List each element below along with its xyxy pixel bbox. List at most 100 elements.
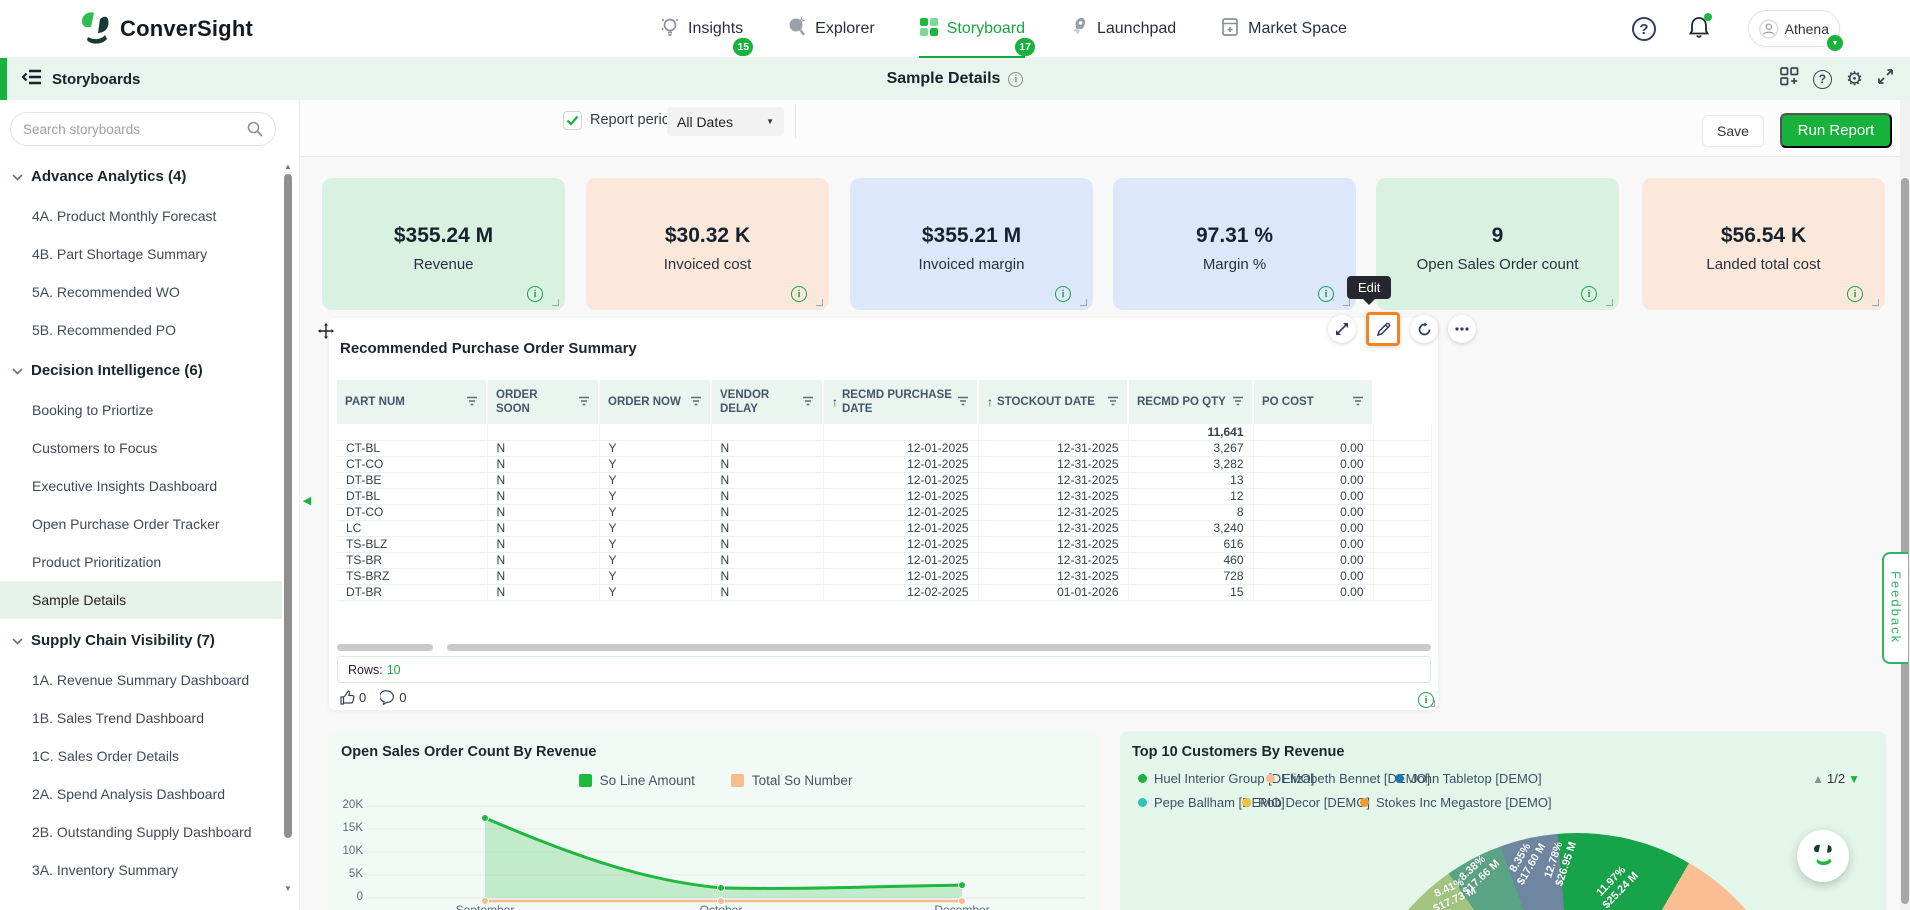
widget-resize-corner[interactable] <box>1428 700 1435 707</box>
kpi-label: Landed total cost <box>1642 256 1885 273</box>
widget-expand-icon[interactable] <box>1328 315 1356 343</box>
filter-icon[interactable] <box>1232 396 1244 409</box>
page-title-info-icon[interactable]: i <box>1008 72 1023 87</box>
table-hscrollbar-left[interactable] <box>337 644 433 651</box>
nav-item-market-space[interactable]: Market Space <box>1220 0 1347 58</box>
widget-refresh-icon[interactable] <box>1410 315 1438 343</box>
sidebar-collapse-icon[interactable]: ◀ <box>299 487 315 513</box>
sidebar-item-executive-insights-dashboard[interactable]: Executive Insights Dashboard <box>0 467 282 505</box>
sidebar-item-2b-outstanding-supply-dashboard[interactable]: 2B. Outstanding Supply Dashboard <box>0 813 282 851</box>
assistant-fab[interactable] <box>1797 830 1849 882</box>
comment-button[interactable]: 0 <box>380 690 406 705</box>
period-select[interactable]: All Dates ▼ <box>667 107 784 136</box>
sidebar-group-2[interactable]: Supply Chain Visibility (7) <box>0 619 282 661</box>
table-row[interactable]: CT-BLNYN12-01-202512-31-20253,2670.00 <box>337 440 1431 456</box>
sidebar-scroll-up-icon[interactable]: ▲ <box>284 162 292 171</box>
sidebar-item-3a-inventory-summary[interactable]: 3A. Inventory Summary <box>0 851 282 889</box>
fullscreen-icon[interactable] <box>1877 68 1894 90</box>
move-handle-icon[interactable] <box>317 322 335 345</box>
sidebar-item-booking-to-priortize[interactable]: Booking to Priortize <box>0 391 282 429</box>
feedback-tab[interactable]: Feedback <box>1882 552 1908 664</box>
run-report-button[interactable]: Run Report <box>1780 113 1892 148</box>
info-icon[interactable]: i <box>1318 286 1334 302</box>
column-header-order-soon[interactable]: ORDER SOON <box>487 380 599 424</box>
sidebar-item-sample-details[interactable]: Sample Details <box>0 581 282 619</box>
widget-more-icon[interactable] <box>1448 315 1476 343</box>
table-row[interactable]: CT-CONYN12-01-202512-31-20253,2820.00 <box>337 456 1431 472</box>
sidebar-item-2a-spend-analysis-dashboard[interactable]: 2A. Spend Analysis Dashboard <box>0 775 282 813</box>
table-row[interactable]: TS-BRNYN12-01-202512-31-20254600.00 <box>337 552 1431 568</box>
nav-item-explorer[interactable]: Explorer <box>787 0 875 58</box>
nav-item-storyboard[interactable]: Storyboard17 <box>919 0 1025 58</box>
filter-icon[interactable] <box>578 396 590 409</box>
collapse-panel-icon[interactable] <box>22 69 42 90</box>
sidebar-group-1[interactable]: Decision Intelligence (6) <box>0 349 282 391</box>
sidebar-item-5b-recommended-po[interactable]: 5B. Recommended PO <box>0 311 282 349</box>
widget-edit-icon[interactable] <box>1366 312 1400 346</box>
user-menu[interactable]: Athena ▼ <box>1748 10 1840 47</box>
sidebar-item-open-purchase-order-tracker[interactable]: Open Purchase Order Tracker <box>0 505 282 543</box>
nav-item-insights[interactable]: Insights15 <box>660 0 743 58</box>
filter-icon[interactable] <box>802 396 814 409</box>
sidebar-item-4b-part-shortage-summary[interactable]: 4B. Part Shortage Summary <box>0 235 282 273</box>
info-icon[interactable]: i <box>1847 286 1863 302</box>
sidebar-item-1c-sales-order-details[interactable]: 1C. Sales Order Details <box>0 737 282 775</box>
column-header-vendor-delay[interactable]: VENDOR DELAY <box>711 380 823 424</box>
table-hscrollbar-main[interactable] <box>447 644 1431 651</box>
filter-icon[interactable] <box>466 396 478 409</box>
table-row[interactable]: TS-BRZNYN12-01-202512-31-20257280.00 <box>337 568 1431 584</box>
report-period-checkbox[interactable] <box>563 111 582 130</box>
nav-item-label: Explorer <box>815 20 875 38</box>
column-header-part-num[interactable]: PART NUM <box>337 380 487 424</box>
table-row[interactable]: DT-BENYN12-01-202512-31-2025130.00 <box>337 472 1431 488</box>
sidebar-item-1b-sales-trend-dashboard[interactable]: 1B. Sales Trend Dashboard <box>0 699 282 737</box>
table-row[interactable]: LCNYN12-01-202512-31-20253,2400.00 <box>337 520 1431 536</box>
notification-dot <box>1704 13 1712 21</box>
sidebar-item-1a-revenue-summary-dashboard[interactable]: 1A. Revenue Summary Dashboard <box>0 661 282 699</box>
column-label: PO COST <box>1262 395 1348 409</box>
settings-gear-icon[interactable]: ⚙ <box>1846 70 1863 89</box>
sidebar-scroll-down-icon[interactable]: ▼ <box>284 884 292 893</box>
notification-bell-icon[interactable] <box>1688 15 1710 44</box>
filter-icon[interactable] <box>1107 396 1119 409</box>
column-header-stockout-date[interactable]: ↑STOCKOUT DATE <box>978 380 1128 424</box>
info-icon[interactable]: i <box>527 286 543 302</box>
legend-page-down-icon[interactable]: ▼ <box>1848 772 1860 786</box>
storyboard-search[interactable] <box>10 112 276 146</box>
table-row[interactable]: DT-BRNYN12-02-202501-01-2026150.00 <box>337 584 1431 600</box>
filter-icon[interactable] <box>1352 396 1364 409</box>
add-widget-icon[interactable] <box>1780 67 1799 91</box>
sidebar-item-product-prioritization[interactable]: Product Prioritization <box>0 543 282 581</box>
sidebar-item-5a-recommended-wo[interactable]: 5A. Recommended WO <box>0 273 282 311</box>
save-button[interactable]: Save <box>1702 115 1764 147</box>
info-icon[interactable]: i <box>1055 286 1071 302</box>
main-scrollbar-thumb[interactable] <box>1901 178 1909 904</box>
table-row[interactable]: TS-BLZNYN12-01-202512-31-20256160.00 <box>337 536 1431 552</box>
sidebar-item-4a-product-monthly-forecast[interactable]: 4A. Product Monthly Forecast <box>0 197 282 235</box>
pie-legend-rob-decor-demo-[interactable]: Rob Decor [DEMO] <box>1242 795 1370 810</box>
info-icon[interactable]: i <box>1581 286 1597 302</box>
nav-item-launchpad[interactable]: Launchpad <box>1069 0 1176 58</box>
column-header-recmd-po-qty[interactable]: RECMD PO QTY <box>1128 380 1253 424</box>
info-icon[interactable]: i <box>791 286 807 302</box>
legend-dot <box>1242 798 1251 807</box>
pie-legend-stokes-inc-megastore-demo-[interactable]: Stokes Inc Megastore [DEMO] <box>1360 795 1552 810</box>
column-header-recmd-purchase-date[interactable]: ↑RECMD PURCHASE DATE <box>823 380 978 424</box>
column-header-po-cost[interactable]: PO COST <box>1253 380 1373 424</box>
sidebar-item-customers-to-focus[interactable]: Customers to Focus <box>0 429 282 467</box>
help-icon[interactable]: ? <box>1632 17 1656 41</box>
filter-icon[interactable] <box>957 396 969 409</box>
sidebar-scrollbar[interactable] <box>284 174 292 838</box>
pie-legend-john-tabletop-demo-[interactable]: John Tabletop [DEMO] <box>1395 771 1542 786</box>
sidebar-group-0[interactable]: Advance Analytics (4) <box>0 155 282 197</box>
table-row[interactable]: DT-BLNYN12-01-202512-31-2025120.00 <box>337 488 1431 504</box>
legend-page-up-icon[interactable]: ▲ <box>1812 772 1824 786</box>
like-button[interactable]: 0 <box>340 690 366 705</box>
filter-icon[interactable] <box>690 396 702 409</box>
table-row[interactable]: DT-CONYN12-01-202512-31-202580.00 <box>337 504 1431 520</box>
search-input[interactable] <box>23 122 247 137</box>
search-icon <box>247 121 263 137</box>
board-help-icon[interactable]: ? <box>1813 70 1832 89</box>
column-header-order-now[interactable]: ORDER NOW <box>599 380 711 424</box>
area-chart-card: Open Sales Order Count By Revenue So Lin… <box>329 731 1102 910</box>
